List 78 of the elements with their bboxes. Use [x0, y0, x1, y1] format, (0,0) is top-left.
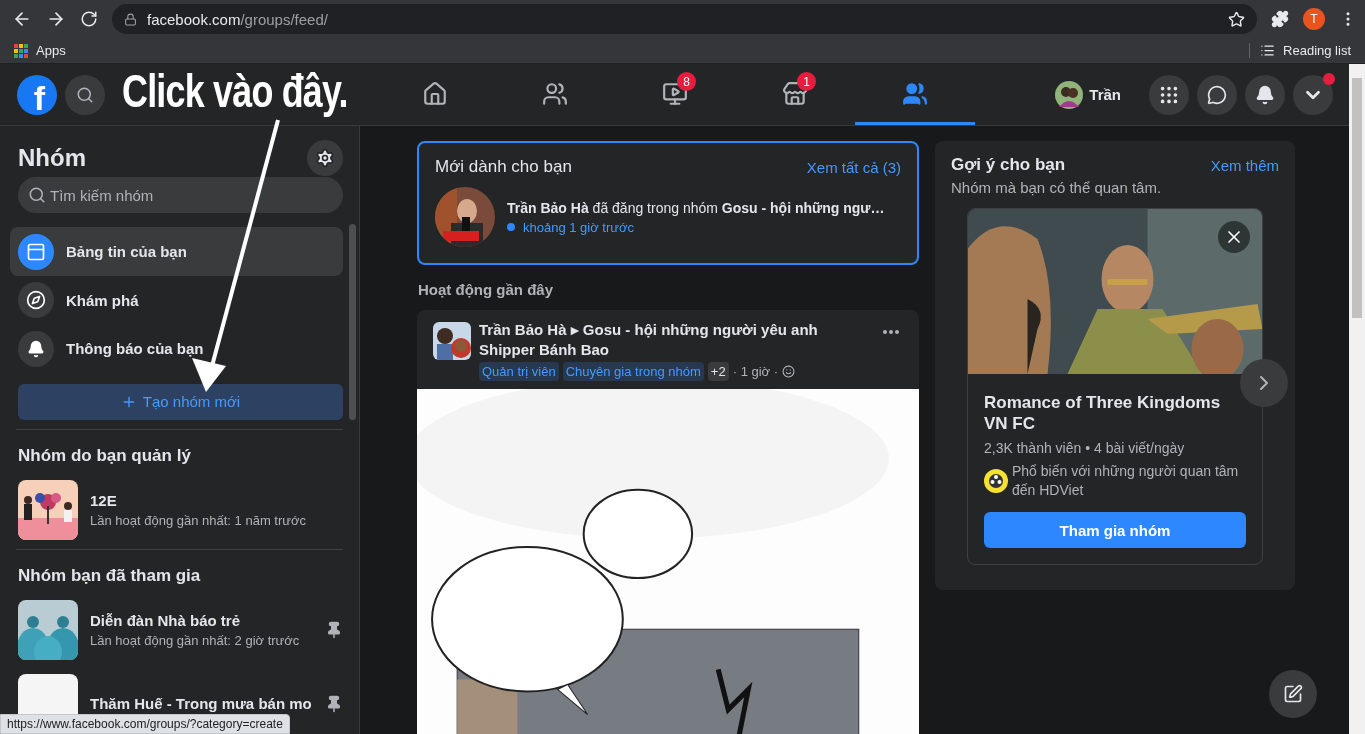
- user-avatar: [1055, 80, 1084, 109]
- search-icon: [76, 85, 94, 104]
- group-name[interactable]: Romance of Three Kingdoms VN FC: [984, 392, 1246, 434]
- reload-icon[interactable]: [80, 10, 98, 28]
- see-all-link[interactable]: Xem tất cả (3): [806, 158, 901, 176]
- search-icon: [28, 186, 46, 205]
- sidebar-item[interactable]: Khám phá: [10, 275, 343, 325]
- page-scrollbar[interactable]: [1349, 64, 1365, 734]
- more-icon: [883, 330, 899, 334]
- account-button[interactable]: [1293, 74, 1333, 115]
- compass-icon: [18, 282, 54, 319]
- notification-time: khoảng 1 giờ trước: [523, 219, 635, 235]
- sidebar-item[interactable]: Bảng tin của bạn: [10, 227, 343, 276]
- profile-avatar[interactable]: T: [1303, 8, 1325, 30]
- apps-icon: [14, 43, 28, 58]
- compose-button[interactable]: [1269, 670, 1317, 718]
- group-name[interactable]: 12E: [90, 492, 343, 509]
- nav-tab[interactable]: 1: [735, 64, 855, 125]
- role-tag: Chuyên gia trong nhóm: [562, 362, 704, 381]
- groups-icon: [902, 81, 928, 107]
- notifications-button[interactable]: [1245, 74, 1285, 115]
- film-reel-icon: [984, 469, 1008, 493]
- group-reason: Phổ biến với những người quan tâm đến HDViet: [1012, 462, 1240, 500]
- bookmark-link[interactable]: Apps: [36, 43, 66, 58]
- notification-text[interactable]: Trần Bảo Hà đã đăng trong nhóm Gosu - hội những ngư…: [507, 199, 885, 216]
- search-field[interactable]: Tìm kiếm nhóm: [18, 177, 343, 214]
- see-more-link[interactable]: Xem thêm: [1210, 156, 1279, 174]
- settings-icon: [315, 148, 335, 169]
- user-name[interactable]: Trần: [1089, 86, 1121, 103]
- home-icon: [422, 81, 448, 107]
- close-button[interactable]: [1218, 221, 1250, 253]
- pin-icon[interactable]: [325, 695, 343, 713]
- sidebar-item[interactable]: Thông báo của bạn: [10, 324, 343, 373]
- feed-icon: [18, 233, 54, 270]
- section-title: Nhóm bạn đã tham gia: [17, 565, 202, 586]
- search-button[interactable]: [65, 74, 105, 115]
- menu-button[interactable]: [1149, 74, 1189, 115]
- create-group-button[interactable]: Tạo nhóm mới: [18, 384, 343, 420]
- next-button[interactable]: [1240, 359, 1288, 407]
- reading-list-icon: [1260, 43, 1276, 58]
- alert-dot: [1323, 72, 1335, 85]
- post-time: · 1 giờ ·: [732, 364, 779, 379]
- scrollbar[interactable]: [349, 224, 356, 420]
- messenger-button[interactable]: [1197, 74, 1237, 115]
- annotation-text: Click vào đây.: [122, 64, 348, 118]
- card-title: Gợi ý cho bạn: [951, 155, 1066, 175]
- role-tag: Quản trị viên: [479, 362, 559, 381]
- sidebar-title: Nhóm: [18, 144, 86, 173]
- more-tags: +2: [707, 362, 729, 381]
- star-icon[interactable]: [1228, 10, 1245, 28]
- post-title[interactable]: Trần Bảo Hà ▸ Gosu - hội những người yêu anh Shipper Bánh Bao: [479, 320, 871, 360]
- bell-icon: [18, 330, 54, 367]
- card-title: Mới dành cho bạn: [435, 157, 572, 177]
- section-title: Hoạt động gần đây: [417, 280, 554, 300]
- edit-icon: [1283, 684, 1303, 704]
- pin-icon[interactable]: [325, 621, 343, 639]
- group-activity: Lần hoạt động gần nhất: 2 giờ trước: [90, 633, 301, 648]
- audience-icon: [782, 365, 796, 378]
- notification-badge: 1: [797, 72, 816, 91]
- lock-icon: [124, 12, 137, 26]
- reading-list-link[interactable]: Reading list: [1283, 43, 1351, 58]
- group-name[interactable]: Thăm Huế - Trong mưa bán mo: [90, 695, 313, 713]
- bell-icon: [1255, 84, 1275, 105]
- section-title: Nhóm do bạn quản lý: [17, 445, 192, 466]
- messenger-icon: [1207, 84, 1227, 105]
- address-bar[interactable]: facebook.com/groups/feed/: [112, 4, 1257, 34]
- settings-button[interactable]: [307, 140, 343, 177]
- url-text: facebook.com/groups/feed/: [147, 10, 329, 28]
- group-activity: Lần hoạt động gần nhất: 1 năm trước: [90, 513, 307, 528]
- status-url: https://www.facebook.com/groups/?category=create: [0, 714, 290, 734]
- extensions-icon[interactable]: [1271, 10, 1289, 28]
- card-subtitle: Nhóm mà bạn có thể quan tâm.: [951, 179, 1163, 196]
- nav-tab[interactable]: 8: [615, 64, 735, 125]
- logo[interactable]: f: [17, 74, 57, 115]
- friends-icon: [542, 81, 568, 107]
- group-stats: 2,3K thành viên • 4 bài viết/ngày: [984, 440, 1186, 456]
- group-name[interactable]: Diễn đàn Nhà báo trẻ: [90, 612, 313, 629]
- notification-badge: 8: [677, 72, 696, 91]
